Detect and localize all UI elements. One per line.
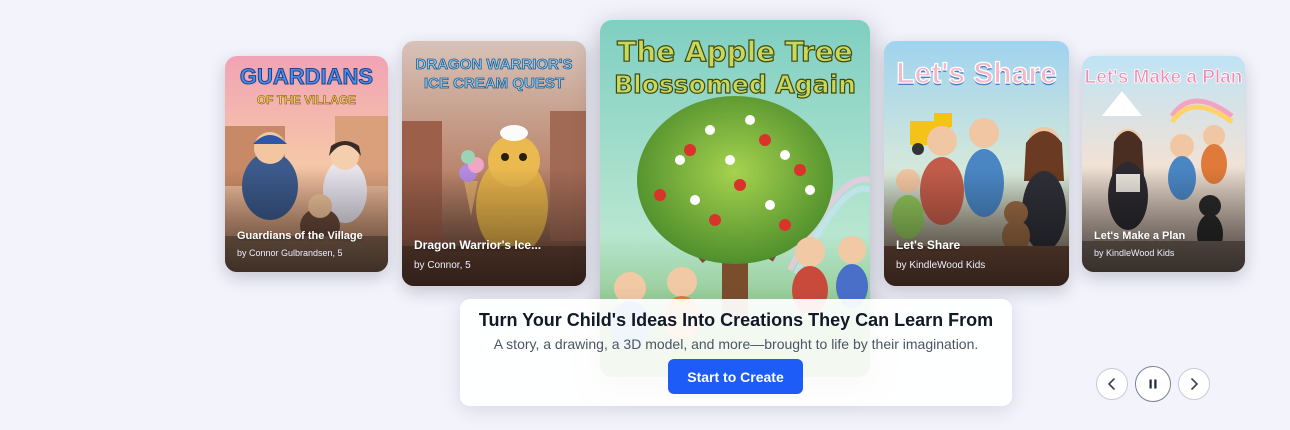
- pause-icon: [1149, 379, 1157, 389]
- hero-heading: Turn Your Child's Ideas Into Creations T…: [478, 310, 994, 330]
- book-card-author: by Connor, 5: [414, 260, 471, 271]
- book-card-lets-share[interactable]: Let's Share Let's Share by KindleWood Ki…: [884, 41, 1069, 286]
- carousel-next-button[interactable]: [1178, 368, 1210, 400]
- cover-title-line1: Let's Make a Plan: [1084, 67, 1243, 88]
- cover-title-line2: Blossomed Again: [613, 70, 856, 99]
- book-card-title: Dragon Warrior's Ice...: [414, 238, 542, 252]
- cover-title-line2: ICE CREAM QUEST: [423, 75, 565, 92]
- chevron-right-icon: [1191, 378, 1198, 390]
- book-card-dragon-warrior[interactable]: DRAGON WARRIOR'S ICE CREAM QUEST Dragon …: [402, 41, 586, 286]
- cover-title-line1: The Apple Tree: [617, 35, 854, 68]
- book-card-author: by Connor Gulbrandsen, 5: [237, 248, 343, 258]
- book-card-title: Let's Make a Plan: [1094, 230, 1186, 242]
- carousel-prev-button[interactable]: [1096, 368, 1128, 400]
- book-card-title: Let's Share: [896, 238, 961, 252]
- book-card-lets-make-a-plan[interactable]: Let's Make a Plan Let's Make a Plan by K…: [1082, 56, 1245, 272]
- book-card-author: by KindleWood Kids: [1094, 248, 1175, 258]
- cover-title-line1: Let's Share: [896, 57, 1058, 90]
- cover-title-line1: GUARDIANS: [239, 64, 374, 89]
- hero-subheading: A story, a drawing, a 3D model, and more…: [493, 336, 979, 352]
- chevron-left-icon: [1108, 378, 1115, 390]
- book-card-author: by KindleWood Kids: [896, 260, 986, 271]
- cover-title-line2: OF THE VILLAGE: [256, 93, 357, 107]
- hero-cta-panel: Turn Your Child's Ideas Into Creations T…: [460, 299, 1012, 406]
- cover-title-line1: DRAGON WARRIOR'S: [415, 56, 573, 73]
- carousel-pause-button[interactable]: [1135, 366, 1171, 402]
- book-card-guardians[interactable]: GUARDIANS OF THE VILLAGE Guardians of th…: [225, 56, 388, 272]
- book-card-title: Guardians of the Village: [237, 230, 363, 242]
- start-to-create-button[interactable]: Start to Create: [668, 359, 803, 394]
